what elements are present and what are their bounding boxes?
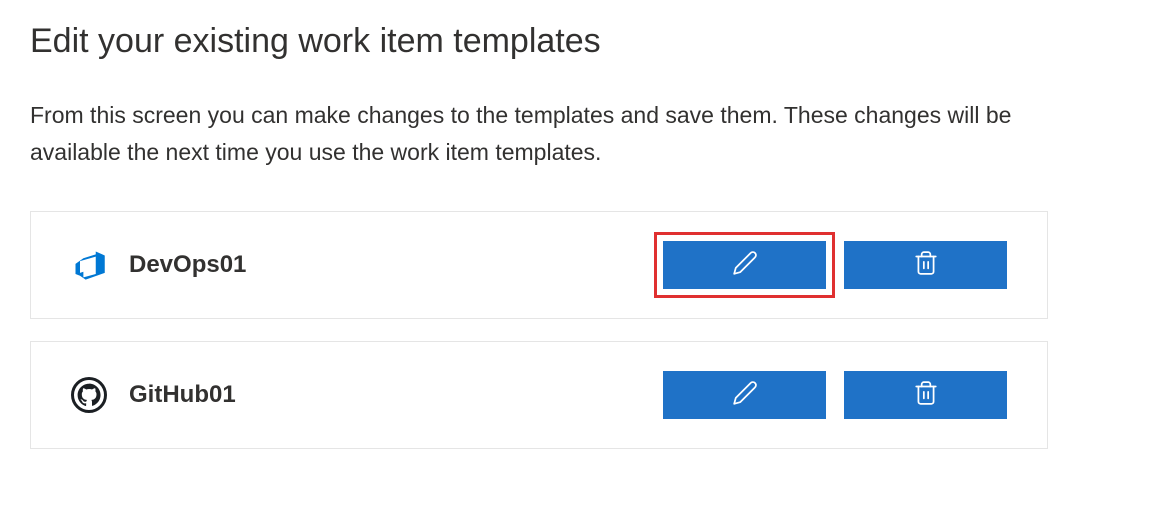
azure-devops-icon: [71, 247, 107, 283]
template-row: DevOps01: [30, 211, 1048, 319]
page-title: Edit your existing work item templates: [30, 22, 1136, 61]
template-name: DevOps01: [129, 251, 246, 279]
pencil-icon: [732, 380, 758, 409]
trash-icon: [913, 250, 939, 279]
edit-button[interactable]: [663, 241, 826, 289]
edit-button[interactable]: [663, 371, 826, 419]
delete-button[interactable]: [844, 371, 1007, 419]
trash-icon: [913, 380, 939, 409]
pencil-icon: [732, 250, 758, 279]
delete-button[interactable]: [844, 241, 1007, 289]
template-row: GitHub01: [30, 341, 1048, 449]
template-name: GitHub01: [129, 381, 236, 409]
template-actions: [663, 371, 1007, 419]
template-row-left: DevOps01: [71, 247, 246, 283]
template-list: DevOps01: [30, 211, 1048, 449]
template-actions: [663, 241, 1007, 289]
page-description: From this screen you can make changes to…: [30, 97, 1050, 171]
template-row-left: GitHub01: [71, 377, 236, 413]
highlight-box: [654, 232, 835, 298]
github-icon: [71, 377, 107, 413]
